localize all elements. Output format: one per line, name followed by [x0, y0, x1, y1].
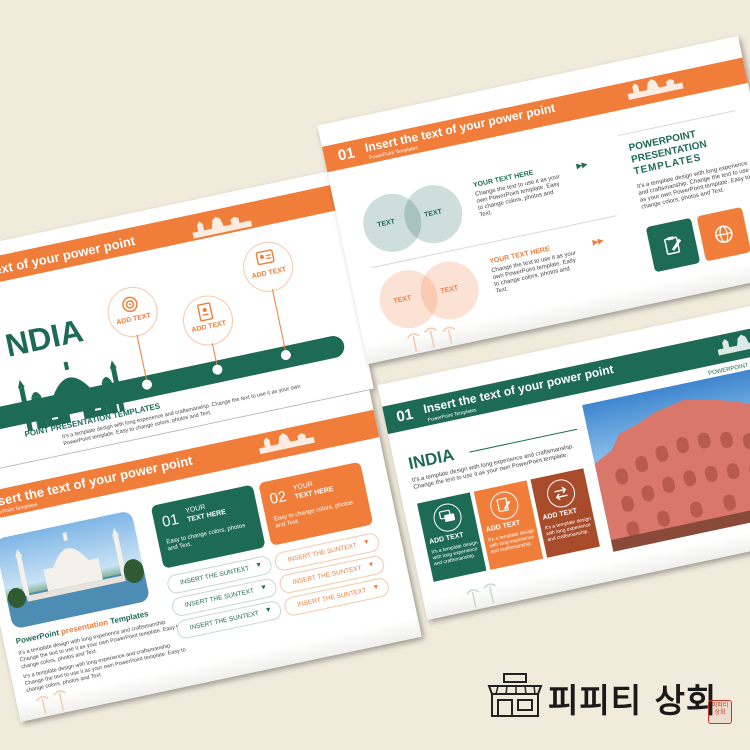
arrow-icon: ▶▶: [575, 161, 588, 171]
caret-down-icon: ▼: [371, 583, 381, 592]
caret-down-icon: ▼: [254, 561, 264, 570]
target-icon: [122, 296, 138, 313]
connector-line-3: [271, 289, 286, 351]
caret-down-icon: ▼: [362, 538, 371, 547]
clipboard-edit-icon: [664, 236, 682, 255]
brand-stamp: 피피티상회: [708, 700, 732, 724]
india-heading: NDIA: [2, 312, 87, 364]
document-user-icon: [197, 302, 214, 322]
taj-mahal-photo: [0, 510, 151, 630]
add-text-circle-3: [238, 237, 298, 297]
shop-storefront-icon: [487, 673, 543, 717]
caret-down-icon: ▼: [259, 583, 268, 593]
brand-name: 피피티 상회: [548, 681, 718, 720]
section-number: 01: [394, 405, 415, 426]
card-number: 01: [160, 510, 181, 531]
caret-down-icon: ▼: [367, 560, 376, 570]
card-number: 02: [268, 487, 289, 509]
mockup-stage: text of your power point Insert Logo Her…: [0, 0, 750, 750]
caret-down-icon: ▼: [264, 606, 273, 615]
connector-line-1: [136, 334, 148, 382]
globe-icon: [715, 225, 733, 243]
hawa-mahal-photo: [582, 360, 750, 552]
slide-venn: 01 Insert the text of your power point P…: [317, 35, 750, 365]
section-number: 01: [336, 144, 357, 165]
arrow-icon: ▶▶: [592, 237, 605, 247]
document-pencil-icon: [496, 497, 511, 513]
